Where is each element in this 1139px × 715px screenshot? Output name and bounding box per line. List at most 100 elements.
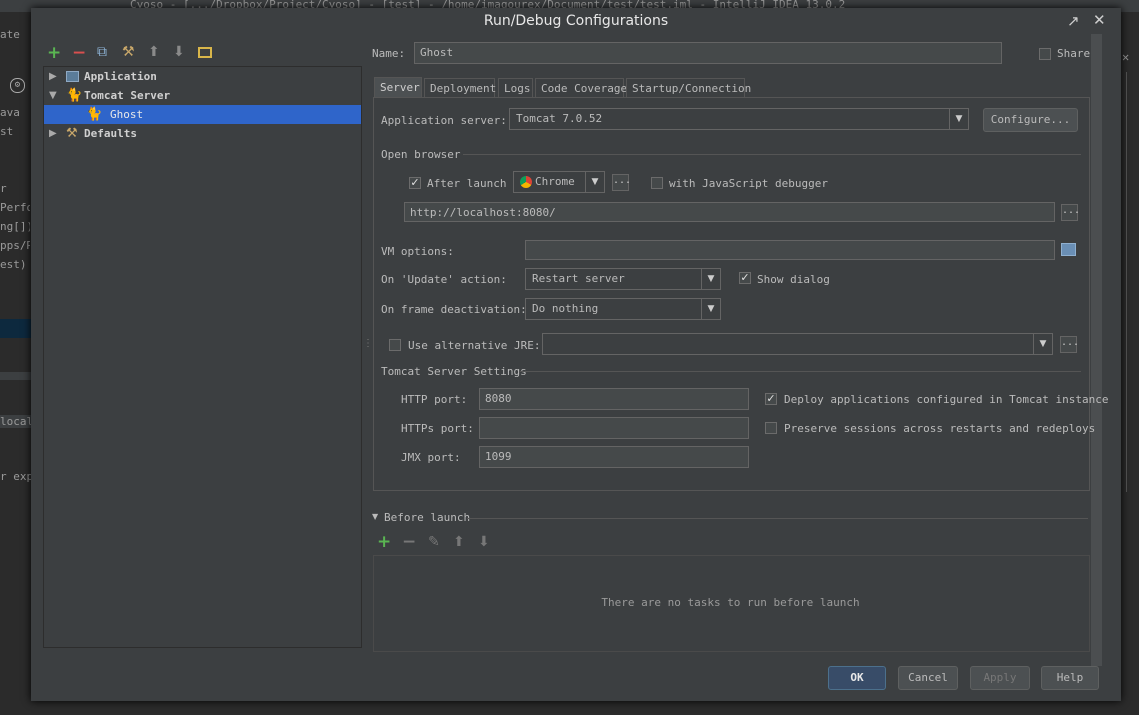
tree-item-application[interactable]: ▶ Application xyxy=(44,67,361,86)
tab-deployment[interactable]: Deployment xyxy=(424,78,496,98)
frame-deactivation-value: Do nothing xyxy=(532,302,599,315)
browser-select[interactable]: Chrome ▼ xyxy=(513,171,605,193)
alt-jre-label: Use alternative JRE: xyxy=(408,339,541,352)
js-debugger-label: with JavaScript debugger xyxy=(669,177,828,190)
preserve-sessions-checkbox[interactable] xyxy=(765,422,777,434)
http-port-label: HTTP port: xyxy=(401,393,468,406)
ide-fragment: ava xyxy=(0,106,20,119)
tab-server[interactable]: Server xyxy=(374,77,422,97)
https-port-field[interactable] xyxy=(479,417,749,439)
move-down-icon[interactable]: ⬇ xyxy=(173,44,185,60)
show-dialog-label: Show dialog xyxy=(757,273,830,286)
browser-value: Chrome xyxy=(535,175,575,188)
edit-task-icon[interactable]: ✎ xyxy=(428,534,440,550)
ide-fragment: localh xyxy=(0,415,32,428)
empty-tasks-text: There are no tasks to run before launch xyxy=(601,596,860,609)
preserve-sessions-label: Preserve sessions across restarts and re… xyxy=(784,422,1096,435)
ide-settings-icon[interactable]: ⚙ xyxy=(10,78,25,93)
vm-options-field[interactable] xyxy=(525,240,1055,260)
tab-code-coverage[interactable]: Code Coverage xyxy=(535,78,627,98)
remove-task-icon[interactable]: − xyxy=(402,532,416,552)
alt-jre-select[interactable]: ▼ xyxy=(542,333,1053,355)
after-launch-checkbox[interactable]: ✓ xyxy=(409,177,421,189)
dropdown-arrow-icon: ▼ xyxy=(701,269,720,289)
splitter-handle[interactable]: ⋮ xyxy=(363,338,373,349)
ide-divider xyxy=(0,372,32,380)
tree-item-defaults[interactable]: ▶ ⚒ Defaults xyxy=(44,124,361,143)
deploy-apps-checkbox[interactable]: ✓ xyxy=(765,393,777,405)
expand-editor-icon[interactable] xyxy=(1061,243,1076,256)
dropdown-arrow-icon: ▼ xyxy=(949,109,968,129)
close-icon[interactable]: ✕ xyxy=(1093,11,1106,29)
tree-item-label: Ghost xyxy=(110,108,144,121)
chrome-icon xyxy=(520,176,532,188)
name-label: Name: xyxy=(372,47,406,60)
name-field[interactable]: Ghost xyxy=(414,42,1002,64)
after-launch-label: After launch xyxy=(427,177,507,190)
ide-fragment: r xyxy=(0,182,7,195)
move-up-icon[interactable]: ⬆ xyxy=(148,44,160,60)
on-update-select[interactable]: Restart server ▼ xyxy=(525,268,721,290)
ide-fragment: est) xyxy=(0,258,27,271)
ide-selection xyxy=(0,319,32,338)
vm-options-label: VM options: xyxy=(381,245,454,258)
http-port-field[interactable]: 8080 xyxy=(479,388,749,410)
alt-jre-checkbox[interactable] xyxy=(389,339,401,351)
tab-startup-connection[interactable]: Startup/Connection xyxy=(626,78,751,98)
wrench-icon[interactable]: ⚒ xyxy=(122,44,135,60)
expand-arrow-icon[interactable]: ▶ xyxy=(49,67,57,86)
show-dialog-checkbox[interactable]: ✓ xyxy=(739,272,751,284)
ide-fragment: Perfo xyxy=(0,201,30,214)
frame-deactivation-select[interactable]: Do nothing ▼ xyxy=(525,298,721,320)
app-server-select[interactable]: Tomcat 7.0.52 ▼ xyxy=(509,108,969,130)
folder-icon[interactable] xyxy=(198,47,212,58)
maximize-icon[interactable]: ↗ xyxy=(1067,12,1080,30)
add-task-icon[interactable]: + xyxy=(377,532,391,552)
move-up-icon[interactable]: ⬆ xyxy=(453,534,465,550)
apply-button[interactable]: Apply xyxy=(970,666,1030,690)
ide-fragment: r expl xyxy=(0,470,32,483)
on-update-label: On 'Update' action: xyxy=(381,273,507,286)
url-expand-button[interactable]: ... xyxy=(1061,204,1080,221)
app-server-label: Application server: xyxy=(381,114,507,127)
help-button[interactable]: Help xyxy=(1041,666,1099,690)
share-checkbox[interactable] xyxy=(1039,48,1051,60)
tree-item-tomcat-server[interactable]: ▼ 🐈 Tomcat Server xyxy=(44,86,361,105)
dialog-title: Run/Debug Configurations xyxy=(483,13,669,29)
tomcat-settings-label: Tomcat Server Settings xyxy=(381,365,527,378)
browser-settings-button[interactable]: ... xyxy=(612,174,631,191)
ide-scroll-line xyxy=(1126,72,1127,492)
tab-logs[interactable]: Logs xyxy=(498,78,533,98)
ide-fragment: pps/R xyxy=(0,239,30,252)
alt-jre-browse-button[interactable]: ... xyxy=(1060,336,1079,353)
config-tree: ▶ Application ▼ 🐈 Tomcat Server 🐈 Ghost … xyxy=(43,66,362,648)
remove-icon[interactable]: − xyxy=(72,43,86,63)
expand-arrow-icon[interactable]: ▶ xyxy=(49,124,57,143)
js-debugger-checkbox[interactable] xyxy=(651,177,663,189)
ide-right-strip: ✕ xyxy=(1120,12,1139,715)
before-launch-label: Before launch xyxy=(384,511,471,524)
cancel-button[interactable]: Cancel xyxy=(898,666,958,690)
copy-icon[interactable]: ⧉ xyxy=(97,44,107,60)
ok-button[interactable]: OK xyxy=(828,666,886,690)
tree-item-ghost[interactable]: 🐈 Ghost xyxy=(44,105,361,124)
defaults-icon: ⚒ xyxy=(66,126,78,141)
configure-button[interactable]: Configure... xyxy=(983,108,1078,132)
move-down-icon[interactable]: ⬇ xyxy=(478,534,490,550)
run-debug-dialog: Run/Debug Configurations ↗ ✕ + − ⧉ ⚒ ⬆ ⬇… xyxy=(31,8,1121,701)
dropdown-arrow-icon: ▼ xyxy=(585,172,604,192)
url-field[interactable]: http://localhost:8080/ xyxy=(404,202,1055,222)
ide-close-icon[interactable]: ✕ xyxy=(1122,50,1129,64)
jmx-port-field[interactable]: 1099 xyxy=(479,446,749,468)
collapse-arrow-icon[interactable]: ▼ xyxy=(49,86,57,105)
ide-left-strip: ate ⚙ ava st r Perfo ng[]) pps/R est) lo… xyxy=(0,12,32,715)
deploy-apps-label: Deploy applications configured in Tomcat… xyxy=(784,393,1109,406)
jmx-port-label: JMX port: xyxy=(401,451,461,464)
collapse-arrow-icon[interactable]: ▼ xyxy=(372,512,378,521)
add-icon[interactable]: + xyxy=(47,43,61,63)
tree-item-label: Application xyxy=(84,70,157,83)
right-scrollbar[interactable] xyxy=(1091,34,1102,666)
ide-fragment: st xyxy=(0,125,14,138)
share-label: Share xyxy=(1057,47,1091,60)
ide-fragment: ng[]) xyxy=(0,220,30,233)
